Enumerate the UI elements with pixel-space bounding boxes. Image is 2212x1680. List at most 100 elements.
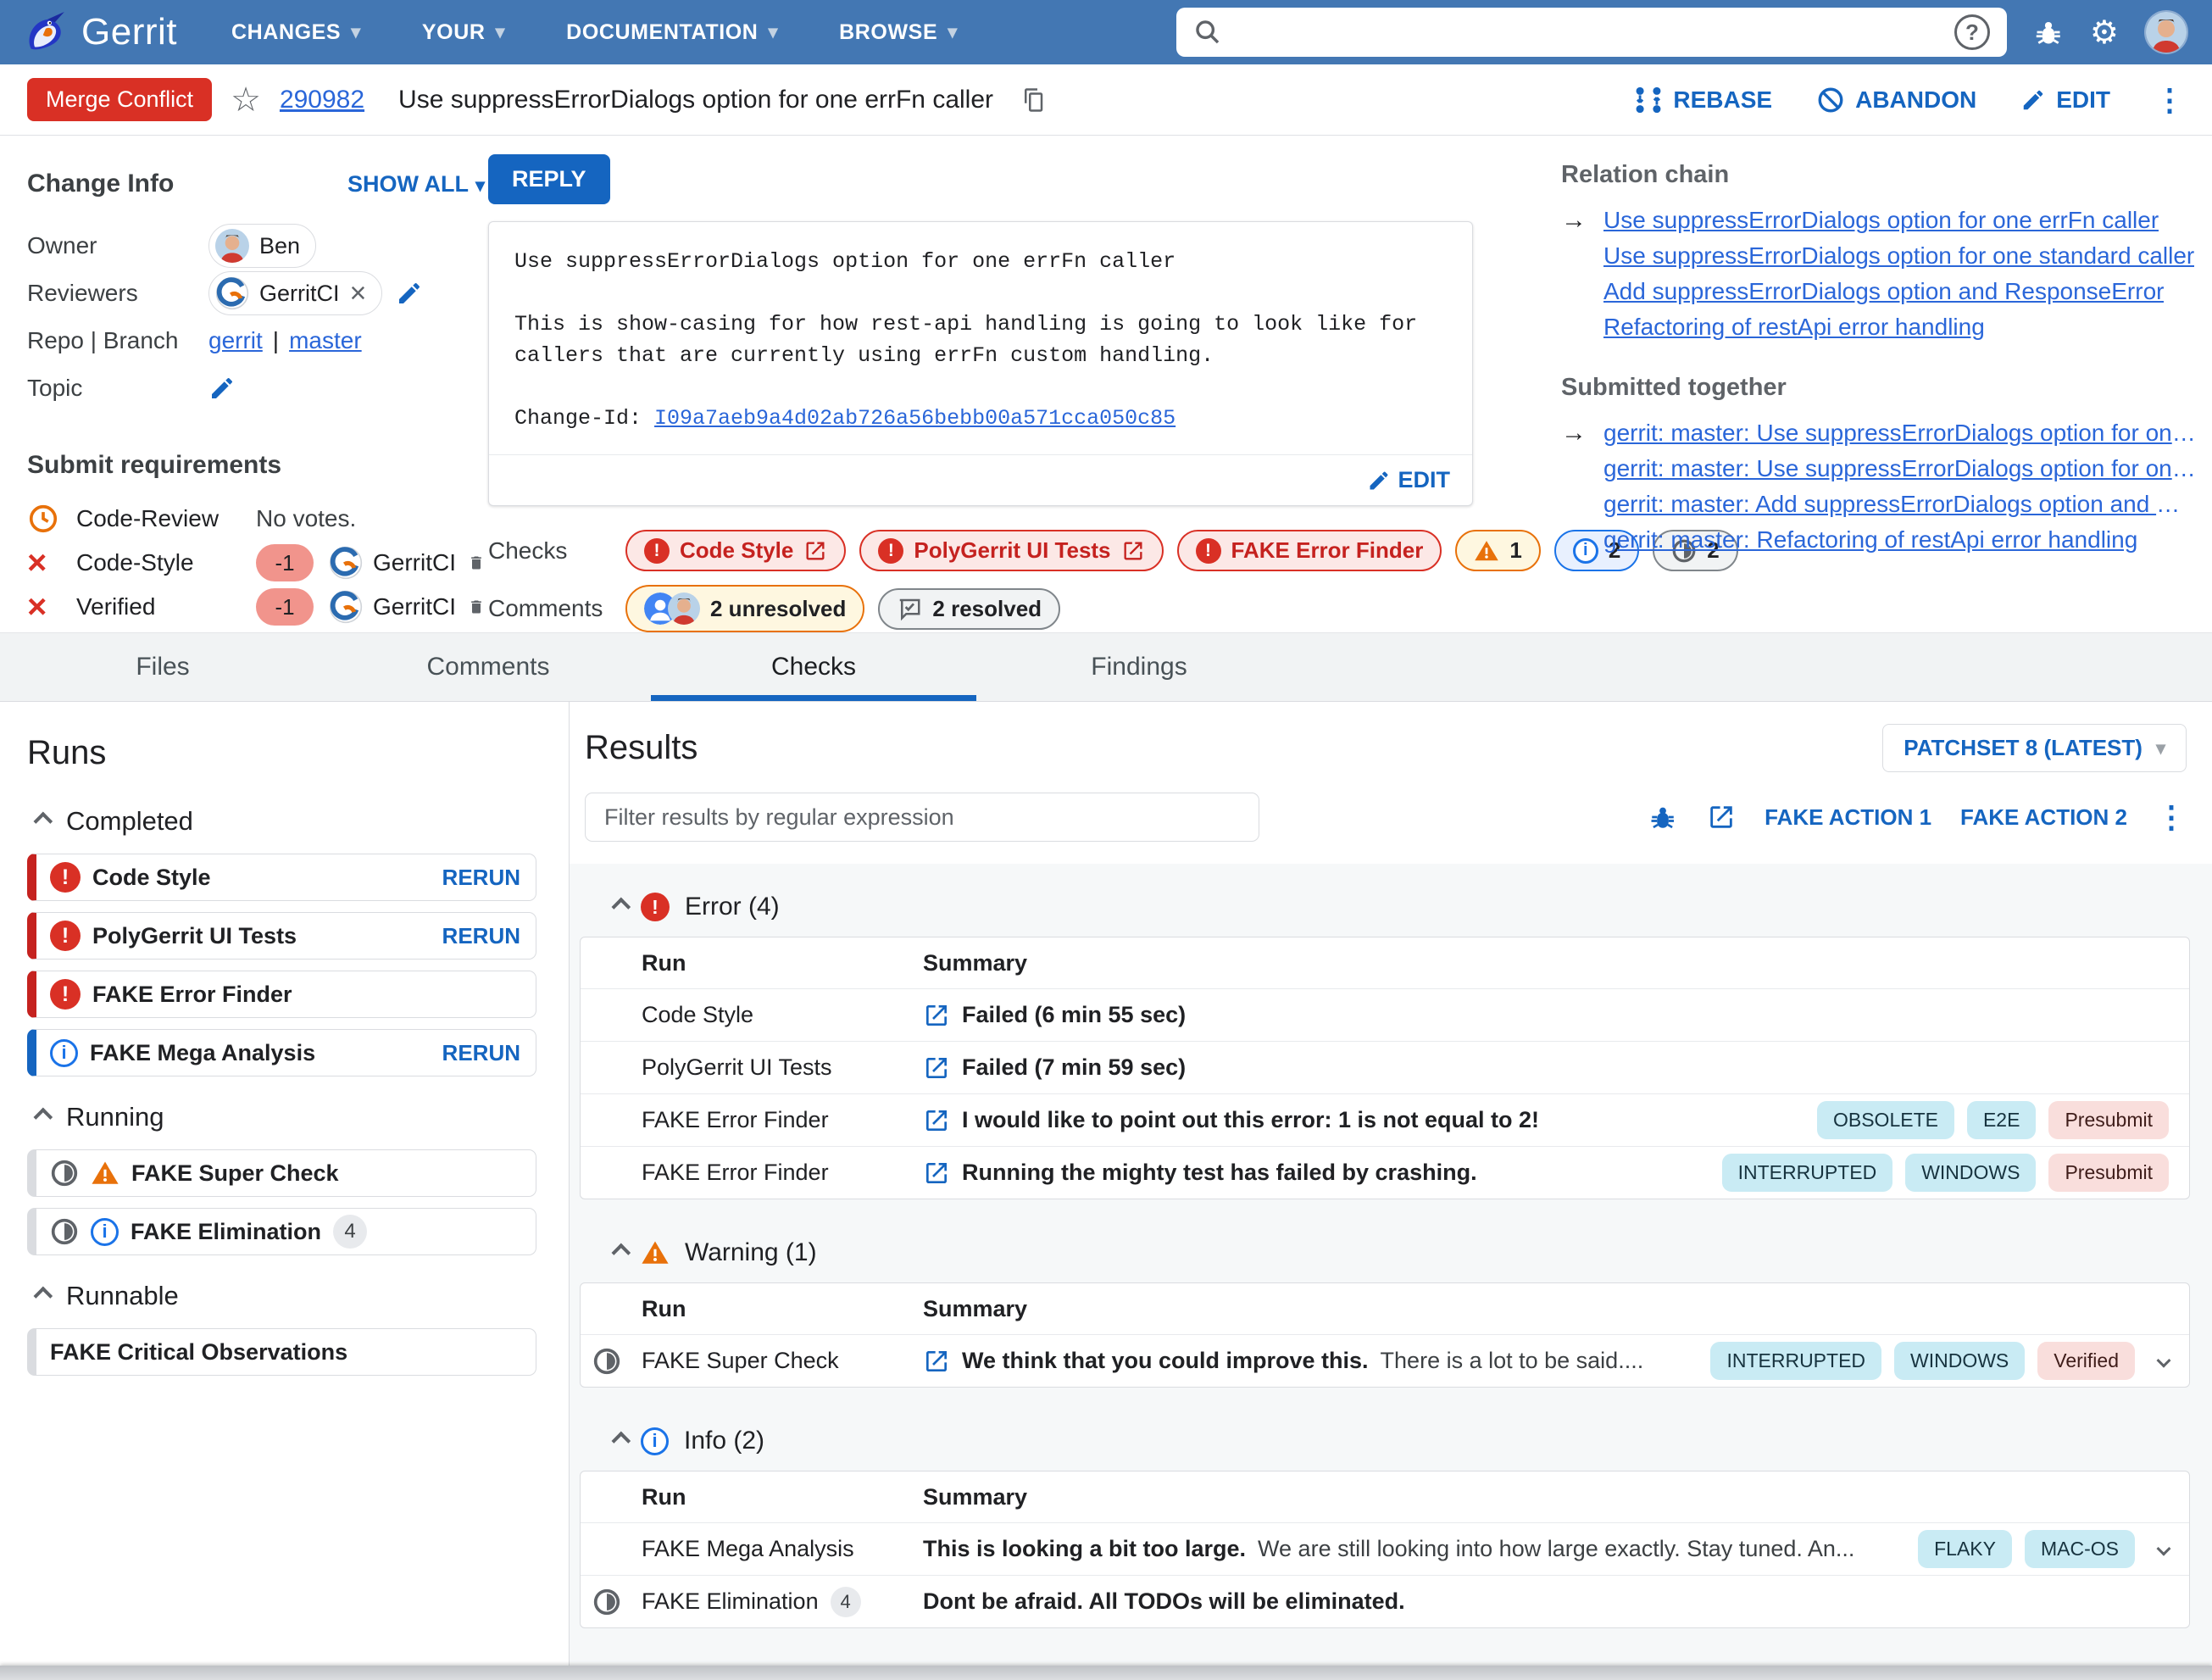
section-header-error[interactable]: Error (4): [580, 893, 2190, 921]
external-link-icon[interactable]: [1707, 803, 1736, 832]
repo-link[interactable]: gerrit: [208, 327, 263, 354]
nav-menu-documentation[interactable]: DOCUMENTATION: [566, 20, 778, 45]
result-summary: I would like to point out this error: 1 …: [962, 1107, 1540, 1132]
edit-commit-message-button[interactable]: EDIT: [1367, 467, 1450, 493]
remove-reviewer-icon[interactable]: [350, 279, 367, 308]
runs-section-runnable[interactable]: Runnable: [27, 1281, 536, 1311]
attempt-count-badge: 4: [333, 1215, 368, 1249]
run-card-polygerrit-ui-tests[interactable]: PolyGerrit UI Tests RERUN: [27, 912, 536, 960]
result-summary: Dont be afraid. All TODOs will be elimin…: [923, 1588, 1405, 1614]
run-card-fake-super-check[interactable]: FAKE Super Check: [27, 1149, 536, 1197]
relation-chain-item: Add suppressErrorDialogs option and Resp…: [1561, 274, 2202, 309]
external-link-icon[interactable]: [923, 1054, 950, 1082]
section-header-warning[interactable]: Warning (1): [580, 1238, 2190, 1267]
result-row[interactable]: FAKE Error Finder I would like to point …: [581, 1093, 2189, 1146]
result-row[interactable]: PolyGerrit UI Tests Failed (7 min 59 sec…: [581, 1041, 2189, 1093]
run-card-fake-elimination[interactable]: FAKE Elimination 4: [27, 1208, 536, 1255]
runs-section-running[interactable]: Running: [27, 1102, 536, 1132]
submitted-together-item: gerrit: master: Add suppressErrorDialogs…: [1561, 487, 2202, 522]
warning-count-chip[interactable]: 1: [1455, 530, 1541, 571]
result-row[interactable]: FAKE Super Check We think that you could…: [581, 1334, 2189, 1387]
unresolved-comments-chip[interactable]: 2 unresolved: [625, 585, 865, 632]
nav-menu-browse[interactable]: BROWSE: [839, 20, 958, 45]
submitted-together-link[interactable]: gerrit: master: Add suppressErrorDialogs…: [1603, 487, 2197, 522]
result-row[interactable]: FAKE Mega Analysis This is looking a bit…: [581, 1522, 2189, 1575]
avatar[interactable]: [2144, 10, 2188, 54]
tab-files[interactable]: Files: [0, 633, 325, 701]
external-link-icon[interactable]: [923, 1107, 950, 1134]
rerun-button[interactable]: RERUN: [442, 923, 520, 949]
more-menu-icon[interactable]: [2154, 82, 2185, 118]
expand-row-icon[interactable]: [2156, 1536, 2171, 1562]
nav-menu-your[interactable]: YOUR: [422, 20, 505, 45]
owner-chip[interactable]: Ben: [208, 224, 317, 268]
result-row[interactable]: FAKE Elimination 4 Dont be afraid. All T…: [581, 1575, 2189, 1627]
check-chip-code-style[interactable]: Code Style: [625, 530, 847, 571]
warning-icon: [642, 1241, 669, 1264]
abandon-button[interactable]: ABANDON: [1816, 86, 1976, 114]
result-row[interactable]: FAKE Error Finder Running the mighty tes…: [581, 1146, 2189, 1199]
relation-chain-link[interactable]: Refactoring of restApi error handling: [1603, 309, 1985, 345]
fake-action-2-button[interactable]: FAKE ACTION 2: [1960, 804, 2127, 831]
expand-row-icon[interactable]: [2156, 1348, 2171, 1374]
result-row[interactable]: Code Style Failed (6 min 55 sec): [581, 988, 2189, 1041]
edit-reviewers-icon[interactable]: [396, 280, 423, 307]
nav-menu: CHANGES YOUR DOCUMENTATION BROWSE: [231, 20, 958, 45]
check-chip-fake-error-finder[interactable]: FAKE Error Finder: [1176, 530, 1442, 571]
search-input[interactable]: [1235, 19, 1941, 46]
branch-link[interactable]: master: [289, 327, 362, 354]
relation-chain-link[interactable]: Add suppressErrorDialogs option and Resp…: [1603, 274, 2164, 309]
change-id-line: Change-Id: I09a7aeb9a4d02ab726a56bebb00a…: [514, 406, 1176, 431]
change-number-link[interactable]: 290982: [280, 86, 364, 114]
change-id-link[interactable]: I09a7aeb9a4d02ab726a56bebb00a571cca050c8…: [654, 406, 1175, 431]
more-menu-icon[interactable]: [2156, 799, 2187, 835]
resolved-comments-chip[interactable]: 2 resolved: [878, 587, 1061, 630]
patchset-selector[interactable]: PATCHSET 8 (LATEST): [1882, 724, 2187, 772]
gerrit-logo[interactable]: Gerrit: [24, 10, 177, 54]
help-icon[interactable]: [1954, 14, 1990, 50]
tab-checks[interactable]: Checks: [651, 633, 976, 701]
submitted-together-link[interactable]: gerrit: master: Use suppressErrorDialogs…: [1603, 451, 2197, 487]
runs-section-completed[interactable]: Completed: [27, 806, 536, 837]
run-card-fake-error-finder[interactable]: FAKE Error Finder: [27, 971, 536, 1018]
fake-action-1-button[interactable]: FAKE ACTION 1: [1765, 804, 1931, 831]
relation-chain-link[interactable]: Use suppressErrorDialogs option for one …: [1603, 203, 2159, 238]
user-photo: [668, 592, 700, 625]
comment-check-icon: [900, 598, 920, 621]
check-chip-polygerrit-ui-tests[interactable]: PolyGerrit UI Tests: [859, 530, 1164, 571]
edit-topic-icon[interactable]: [208, 375, 236, 402]
edit-button[interactable]: EDIT: [2020, 86, 2110, 114]
reviewer-chip[interactable]: GerritCI: [208, 271, 383, 315]
chevron-down-icon: [768, 21, 778, 43]
submitted-together-link[interactable]: gerrit: master: Refactoring of restApi e…: [1603, 522, 2137, 558]
reply-button[interactable]: REPLY: [488, 154, 610, 204]
user-photo: [2146, 12, 2187, 53]
run-card-fake-critical-observations[interactable]: FAKE Critical Observations: [27, 1328, 536, 1376]
run-card-code-style[interactable]: Code Style RERUN: [27, 854, 536, 901]
filter-results-input[interactable]: [585, 793, 1259, 842]
rebase-button[interactable]: REBASE: [1634, 86, 1772, 114]
run-card-fake-mega-analysis[interactable]: FAKE Mega Analysis RERUN: [27, 1029, 536, 1076]
rerun-button[interactable]: RERUN: [442, 865, 520, 891]
delete-vote-icon[interactable]: [468, 550, 485, 576]
tab-findings[interactable]: Findings: [976, 633, 1302, 701]
relation-chain-link[interactable]: Use suppressErrorDialogs option for one …: [1603, 238, 2194, 274]
external-link-icon[interactable]: [923, 1002, 950, 1029]
error-icon: [50, 921, 81, 951]
rerun-button[interactable]: RERUN: [442, 1040, 520, 1066]
submitted-together-link[interactable]: gerrit: master: Use suppressErrorDialogs…: [1603, 415, 2197, 451]
external-link-icon[interactable]: [923, 1160, 950, 1187]
section-header-info[interactable]: Info (2): [580, 1427, 2190, 1455]
bug-report-icon[interactable]: [1648, 802, 1678, 832]
result-summary: Running the mighty test has failed by cr…: [962, 1160, 1477, 1185]
column-summary: Summary: [923, 1295, 1028, 1321]
copy-icon[interactable]: [1020, 87, 1046, 113]
tab-comments[interactable]: Comments: [325, 633, 651, 701]
gear-icon[interactable]: [2090, 14, 2119, 52]
external-link-icon[interactable]: [923, 1348, 950, 1375]
bug-report-icon[interactable]: [2032, 16, 2065, 48]
show-all-button[interactable]: SHOW ALL: [347, 171, 485, 197]
delete-vote-icon[interactable]: [468, 594, 485, 620]
nav-menu-changes[interactable]: CHANGES: [231, 20, 361, 45]
star-icon[interactable]: [231, 81, 261, 120]
